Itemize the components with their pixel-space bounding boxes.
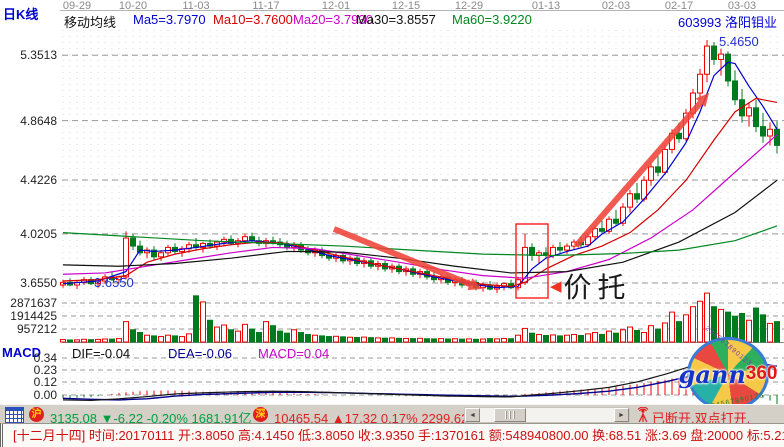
macd-value: MACD=0.04 [258,346,329,361]
kline-pane-title: 日K线 [3,4,38,23]
ma-legend-item: Ma10=3.7600 [213,12,293,27]
axis-label: 4.4226 [0,173,57,187]
ohlc-info-bar: [十二月十四] 时间:20170111 开:3.8050 高:4.1450 低:… [0,423,784,447]
scrollbar-track[interactable] [480,408,614,422]
kline-app-window: 09-29 10-20 11-03 11-17 12-01 12-15 12-29 01-13… [0,0,784,447]
scrollbar-left-button[interactable]: ◄ [465,408,480,422]
date-label: 09-29 [55,0,99,12]
axis-label: 4.0205 [0,227,57,241]
candles-layer [61,40,780,293]
ma-legend-item: Ma60=3.9220 [452,12,532,27]
high-price-marker: 5.4650 [719,34,759,49]
axis-label: 0.00 [0,388,57,402]
macd-dif-value: DIF=-0.04 [72,346,130,361]
axis-label: 1914425 [0,309,57,323]
date-label: 11-17 [244,0,288,12]
gann360-logo: 234567890123 234567890123 gann 360 [687,337,769,411]
ma-legend-item: Ma5=3.7970 [133,12,206,27]
axis-label: 957212 [0,322,57,336]
axis-label: 2871637 [0,296,57,310]
logo-text-360: 360 [746,363,778,385]
horizontal-scrollbar[interactable]: ◄ ► [464,407,630,423]
date-label: 11-03 [174,0,218,12]
jiatuo-text: 价托 [564,266,632,306]
kline-chart[interactable] [0,0,784,404]
jiatuo-annotation: ◀ 价托 [550,266,632,306]
axis-label: 0.12 [0,375,57,389]
macd-dea-value: DEA=-0.06 [168,346,232,361]
date-label: 01-13 [524,0,568,12]
date-label: 03-03 [720,0,764,12]
axis-label: 3.6550 [0,276,57,290]
ma-legend-item: Ma30=3.8557 [356,12,436,27]
scrollbar-right-button[interactable]: ► [614,408,629,422]
date-label: 12-15 [384,0,428,12]
stock-code-name[interactable]: 603993 洛阳钼业 [678,12,777,31]
axis-label: 4.8648 [0,114,57,128]
date-label: 12-29 [447,0,491,12]
grid-icon[interactable] [5,407,24,423]
scrollbar-thumb[interactable] [494,408,526,422]
date-label: 02-17 [657,0,701,12]
left-arrowhead-icon: ◀ [550,277,562,295]
low-price-marker: 3.6550 [94,275,134,290]
date-label: 02-03 [594,0,638,12]
axis-label: 5.3513 [0,48,57,62]
shanghai-index-icon: 沪 [29,407,44,422]
date-label: 12-01 [314,0,358,12]
ma-legend-title: 移动均线 [64,12,116,31]
shenzhen-index-icon: 深 [253,407,268,422]
logo-text-gann: gann [679,360,746,389]
macd-layer [63,359,777,404]
date-label: 10-20 [111,0,155,12]
index-status-bar: 沪 3135.08 ▼-6.22 -0.20% 1681.91亿 深 10465… [0,404,784,424]
